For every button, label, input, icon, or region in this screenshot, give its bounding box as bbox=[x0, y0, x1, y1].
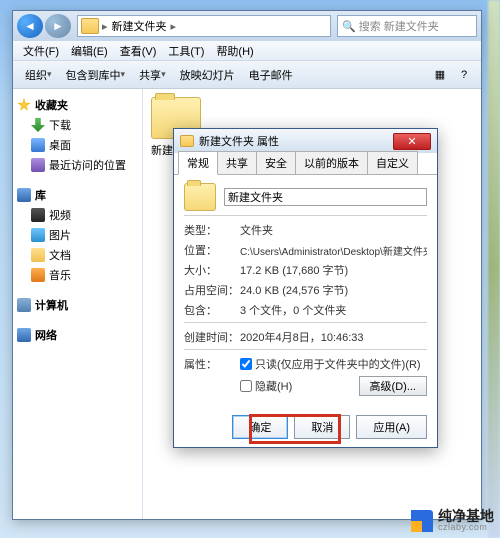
created-label: 创建时间： bbox=[184, 329, 240, 345]
sidebar-libraries[interactable]: 库 bbox=[17, 185, 138, 205]
menu-file[interactable]: 文件(F) bbox=[17, 43, 65, 59]
annotation-highlight bbox=[249, 414, 341, 444]
star-icon bbox=[17, 98, 31, 112]
folder-icon bbox=[81, 18, 99, 34]
menu-edit[interactable]: 编辑(E) bbox=[65, 43, 114, 59]
toolbar-email[interactable]: 电子邮件 bbox=[243, 65, 299, 85]
close-button[interactable]: ✕ bbox=[393, 133, 431, 150]
toolbar-include[interactable]: 包含到库中 bbox=[60, 65, 132, 85]
nav-forward-button[interactable]: ► bbox=[45, 14, 71, 38]
sidebar-network[interactable]: 网络 bbox=[17, 325, 138, 345]
watermark: 纯净基地 czlaby.com bbox=[411, 509, 494, 532]
menu-bar: 文件(F) 编辑(E) 查看(V) 工具(T) 帮助(H) bbox=[13, 41, 481, 61]
toolbar-share[interactable]: 共享 bbox=[133, 65, 172, 85]
type-label: 类型： bbox=[184, 222, 240, 238]
nav-pane: 收藏夹 下载 桌面 最近访问的位置 库 视频 图片 文档 音乐 计算机 网络 bbox=[13, 89, 143, 519]
document-icon bbox=[31, 248, 45, 262]
command-bar: 组织 包含到库中 共享 放映幻灯片 电子邮件 ▦ ? bbox=[13, 61, 481, 89]
recent-icon bbox=[31, 158, 45, 172]
nav-back-button[interactable]: ◄ bbox=[17, 14, 43, 38]
toolbar-slideshow[interactable]: 放映幻灯片 bbox=[174, 65, 241, 85]
menu-tools[interactable]: 工具(T) bbox=[162, 43, 210, 59]
toolbar-help-icon[interactable]: ? bbox=[453, 64, 475, 86]
toolbar-view-icon[interactable]: ▦ bbox=[429, 64, 451, 86]
contains-value: 3 个文件，0 个文件夹 bbox=[240, 302, 427, 318]
watermark-logo bbox=[411, 510, 433, 532]
tab-general[interactable]: 常规 bbox=[178, 151, 218, 175]
tab-custom[interactable]: 自定义 bbox=[367, 151, 418, 174]
desktop-icon bbox=[31, 138, 45, 152]
size-label: 大小： bbox=[184, 262, 240, 278]
watermark-name: 纯净基地 bbox=[438, 509, 494, 523]
breadcrumb-folder[interactable]: 新建文件夹 bbox=[108, 18, 171, 34]
readonly-checkbox[interactable] bbox=[240, 358, 252, 370]
sidebar-computer[interactable]: 计算机 bbox=[17, 295, 138, 315]
folder-icon bbox=[184, 183, 216, 211]
dialog-tabs: 常规 共享 安全 以前的版本 自定义 bbox=[174, 153, 437, 175]
video-icon bbox=[31, 208, 45, 222]
address-bar[interactable]: ▸ 新建文件夹 ▸ bbox=[77, 15, 331, 37]
sidebar-pictures[interactable]: 图片 bbox=[17, 225, 138, 245]
dialog-title: 新建文件夹 属性 bbox=[199, 133, 393, 149]
explorer-titlebar: ◄ ► ▸ 新建文件夹 ▸ 🔍 搜索 新建文件夹 bbox=[13, 11, 481, 41]
type-value: 文件夹 bbox=[240, 222, 427, 238]
readonly-label: 只读(仅应用于文件夹中的文件)(R) bbox=[255, 356, 421, 372]
sidebar-recent[interactable]: 最近访问的位置 bbox=[17, 155, 138, 175]
hidden-checkbox[interactable] bbox=[240, 380, 252, 392]
created-value: 2020年4月8日，10:46:33 bbox=[240, 329, 427, 345]
breadcrumb-sep2: ▸ bbox=[171, 20, 177, 33]
dialog-titlebar[interactable]: 新建文件夹 属性 ✕ bbox=[174, 129, 437, 153]
picture-icon bbox=[31, 228, 45, 242]
attributes-label: 属性： bbox=[184, 356, 240, 372]
contains-label: 包含： bbox=[184, 302, 240, 318]
download-icon bbox=[31, 118, 45, 132]
music-icon bbox=[31, 268, 45, 282]
search-placeholder: 搜索 新建文件夹 bbox=[359, 18, 439, 34]
folder-name-input[interactable] bbox=[224, 188, 427, 206]
sidebar-desktop[interactable]: 桌面 bbox=[17, 135, 138, 155]
sidebar-videos[interactable]: 视频 bbox=[17, 205, 138, 225]
size-value: 17.2 KB (17,680 字节) bbox=[240, 262, 427, 278]
sidebar-downloads[interactable]: 下载 bbox=[17, 115, 138, 135]
sidebar-documents[interactable]: 文档 bbox=[17, 245, 138, 265]
tab-security[interactable]: 安全 bbox=[256, 151, 296, 174]
hidden-label: 隐藏(H) bbox=[255, 378, 292, 394]
advanced-button[interactable]: 高级(D)... bbox=[359, 376, 427, 396]
search-icon: 🔍 bbox=[342, 20, 356, 33]
library-icon bbox=[17, 188, 31, 202]
tab-previous[interactable]: 以前的版本 bbox=[295, 151, 368, 174]
properties-dialog: 新建文件夹 属性 ✕ 常规 共享 安全 以前的版本 自定义 类型：文件夹 位置：… bbox=[173, 128, 438, 448]
background-edge bbox=[488, 0, 500, 538]
watermark-domain: czlaby.com bbox=[438, 523, 494, 532]
location-value: C:\Users\Administrator\Desktop\新建文件夹 bbox=[240, 243, 427, 258]
menu-view[interactable]: 查看(V) bbox=[114, 43, 163, 59]
computer-icon bbox=[17, 298, 31, 312]
tab-share[interactable]: 共享 bbox=[217, 151, 257, 174]
apply-button[interactable]: 应用(A) bbox=[356, 415, 427, 439]
network-icon bbox=[17, 328, 31, 342]
disk-label: 占用空间： bbox=[184, 282, 240, 298]
search-box[interactable]: 🔍 搜索 新建文件夹 bbox=[337, 15, 477, 37]
menu-help[interactable]: 帮助(H) bbox=[210, 43, 259, 59]
folder-icon bbox=[180, 135, 194, 147]
disk-value: 24.0 KB (24,576 字节) bbox=[240, 282, 427, 298]
sidebar-favorites[interactable]: 收藏夹 bbox=[17, 95, 138, 115]
sidebar-music[interactable]: 音乐 bbox=[17, 265, 138, 285]
toolbar-organize[interactable]: 组织 bbox=[19, 65, 58, 85]
location-label: 位置： bbox=[184, 242, 240, 258]
